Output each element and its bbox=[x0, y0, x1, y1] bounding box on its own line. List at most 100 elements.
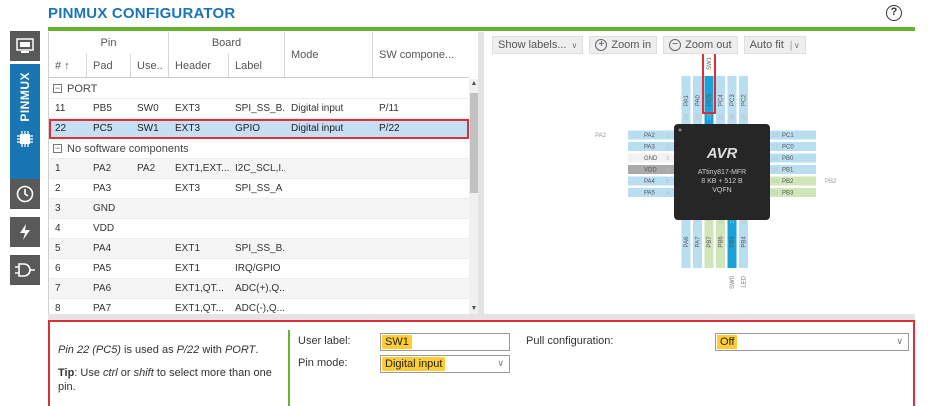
cell-number: 4 bbox=[55, 223, 61, 234]
pull-configuration-select[interactable]: Off ∨ bbox=[715, 333, 909, 351]
table-header-columns: # ↑ Pad Use.. Header Label bbox=[49, 54, 469, 78]
cell-number: 3 bbox=[55, 203, 61, 214]
cell-number: 7 bbox=[55, 283, 61, 294]
group-row-no-software[interactable]: − No software components bbox=[49, 139, 469, 159]
left-navigation: PINMUX bbox=[0, 27, 40, 406]
cell-number: 6 bbox=[55, 263, 61, 274]
cell-label: SPI_SS_A bbox=[235, 183, 283, 194]
cell-label: ADC(+),Q... bbox=[235, 283, 285, 294]
table-row-selected[interactable]: 22 PC5 SW1 EXT3 GPIO Digital input P/22 bbox=[49, 119, 469, 139]
pin-number: 17 bbox=[772, 145, 778, 151]
pin-number: 18 bbox=[772, 133, 778, 139]
chip-toolbar: Show labels... ∨ + Zoom in − Zoom out Au… bbox=[492, 36, 806, 54]
logic-gate-icon bbox=[15, 263, 35, 277]
tip-key: ctrl bbox=[103, 367, 118, 379]
table-row[interactable]: 11 PB5 SW0 EXT3 SPI_SS_B... Digital inpu… bbox=[49, 99, 469, 119]
pin-name: PA6 bbox=[684, 236, 690, 248]
pin-table: Pin Board Mode SW compone... # ↑ Pad Use… bbox=[48, 32, 478, 314]
cell-pad: PA5 bbox=[93, 263, 112, 274]
tip-label: Tip bbox=[58, 367, 75, 379]
info-sw: P/22 bbox=[176, 344, 200, 356]
table-row[interactable]: 6 PA5 EXT1 IRQ/GPIO bbox=[49, 259, 469, 279]
pin-name: PB7 bbox=[707, 236, 713, 248]
table-body: − PORT 11 PB5 SW0 EXT3 SPI_SS_B... Digit… bbox=[49, 79, 469, 314]
table-row[interactable]: 1 PA2 PA2 EXT1,EXT... I2C_SCL,I... bbox=[49, 159, 469, 179]
clock-nav-button[interactable] bbox=[10, 179, 40, 209]
cell-header: EXT1,QT... bbox=[175, 283, 224, 294]
cell-mode: Digital input bbox=[291, 123, 344, 134]
cell-pad: VDD bbox=[93, 223, 115, 234]
pin-name: PB3 bbox=[782, 191, 794, 197]
column-label[interactable]: Label bbox=[229, 54, 285, 77]
tip-text: Tip: Use ctrl or shift to select more th… bbox=[58, 366, 283, 394]
cell-number: 8 bbox=[55, 303, 61, 314]
table-row[interactable]: 3 GND bbox=[49, 199, 469, 219]
no-software-rows: 1 PA2 PA2 EXT1,EXT... I2C_SCL,I... 2 PA3 EXT3 SP… bbox=[49, 159, 469, 314]
event-nav-button[interactable] bbox=[10, 255, 40, 285]
pin-number: 20 bbox=[730, 114, 736, 120]
info-component: PORT bbox=[224, 344, 256, 356]
pin-name: PC5 bbox=[707, 94, 713, 106]
pin-name: PC2 bbox=[742, 94, 748, 106]
column-pad[interactable]: Pad bbox=[87, 54, 131, 77]
title-bar: PINMUX CONFIGURATOR ? bbox=[0, 0, 928, 30]
pin-number: 24 bbox=[684, 114, 690, 120]
info-text: is used as bbox=[120, 344, 177, 356]
collapse-icon[interactable]: − bbox=[53, 84, 62, 93]
pin-ext-label: LED bbox=[742, 275, 748, 287]
power-nav-button[interactable] bbox=[10, 217, 40, 247]
cell-label: SPI_SS_B... bbox=[235, 243, 285, 254]
chip-brand: AVR bbox=[706, 145, 738, 162]
cell-label: ADC(-),Q... bbox=[235, 303, 285, 314]
table-row[interactable]: 4 VDD bbox=[49, 219, 469, 239]
cell-number: 5 bbox=[55, 243, 61, 254]
pin1-marker bbox=[678, 128, 682, 132]
pull-configuration-value: Off bbox=[717, 335, 738, 349]
table-row[interactable]: 8 PA7 EXT1,QT... ADC(-),Q... bbox=[49, 299, 469, 314]
info-text: . bbox=[255, 344, 259, 356]
collapse-icon[interactable]: − bbox=[53, 144, 62, 153]
auto-fit-dropdown[interactable]: Auto fit │∨ bbox=[743, 36, 806, 54]
scrollbar-thumb[interactable] bbox=[470, 93, 478, 193]
pin-mode-select[interactable]: Digital input ∨ bbox=[380, 355, 510, 373]
chip-package: VQFN bbox=[712, 187, 731, 194]
chip-memory: 8 KB + 512 B bbox=[701, 178, 743, 185]
table-row[interactable]: 7 PA6 EXT1,QT... ADC(+),Q... bbox=[49, 279, 469, 299]
pull-configuration-label: Pull configuration: bbox=[526, 335, 614, 347]
user-label-label: User label: bbox=[298, 335, 351, 347]
show-labels-dropdown[interactable]: Show labels... ∨ bbox=[492, 36, 584, 54]
cell-label: IRQ/GPIO bbox=[235, 263, 281, 274]
show-labels-text: Show labels... bbox=[498, 39, 567, 51]
chevron-down-icon: │∨ bbox=[788, 40, 800, 50]
dashboard-nav-button[interactable] bbox=[10, 31, 40, 61]
chip-part-number: ATtiny817-MFR bbox=[698, 169, 747, 176]
table-row[interactable]: 2 PA3 EXT3 SPI_SS_A bbox=[49, 179, 469, 199]
group-row-port[interactable]: − PORT bbox=[49, 79, 469, 99]
pin-ext-label: PB2 bbox=[825, 179, 837, 185]
chevron-down-icon: ∨ bbox=[571, 40, 578, 50]
pin-name: PC4 bbox=[719, 94, 725, 106]
user-label-input[interactable]: SW1 bbox=[380, 333, 510, 351]
pin-usage-text: Pin 22 (PC5) is used as P/22 with PORT. bbox=[58, 343, 283, 357]
lightning-icon bbox=[20, 224, 30, 240]
column-number[interactable]: # ↑ bbox=[49, 54, 87, 77]
table-scrollbar[interactable]: ▲ ▼ bbox=[469, 79, 478, 314]
plus-icon: + bbox=[595, 39, 608, 51]
scroll-up-icon[interactable]: ▲ bbox=[470, 79, 478, 89]
pinmux-nav-button[interactable]: PINMUX bbox=[10, 64, 40, 182]
scroll-down-icon[interactable]: ▼ bbox=[470, 304, 478, 314]
column-use[interactable]: Use.. bbox=[131, 54, 169, 77]
column-header[interactable]: Header bbox=[169, 54, 229, 77]
group-label: PORT bbox=[67, 82, 98, 95]
zoom-out-button[interactable]: − Zoom out bbox=[663, 36, 738, 54]
cell-sw: P/22 bbox=[379, 123, 400, 134]
pin-ext-label: SW0 bbox=[730, 275, 736, 289]
help-icon[interactable]: ? bbox=[886, 5, 902, 21]
table-row[interactable]: 5 PA4 EXT1 SPI_SS_B... bbox=[49, 239, 469, 259]
pin-ext-label: SW1 bbox=[707, 56, 713, 70]
cell-header: EXT1,EXT... bbox=[175, 163, 229, 174]
zoom-in-button[interactable]: + Zoom in bbox=[589, 36, 658, 54]
cell-pad: PA3 bbox=[93, 183, 112, 194]
pin-name: GND bbox=[644, 156, 658, 162]
cell-label: GPIO bbox=[235, 123, 261, 134]
